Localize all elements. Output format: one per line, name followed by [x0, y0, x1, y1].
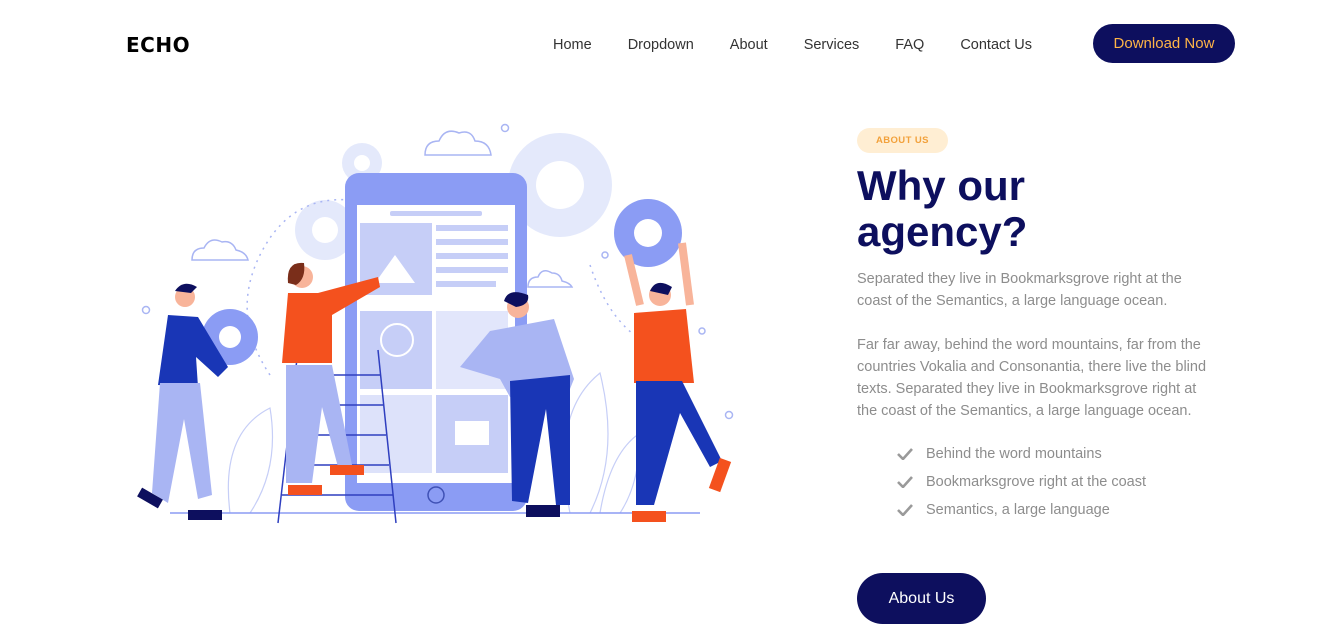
nav-dropdown[interactable]: Dropdown [628, 36, 694, 54]
nav-home[interactable]: Home [553, 36, 592, 54]
nav-contact-us[interactable]: Contact Us [960, 36, 1032, 54]
intro-paragraph: Separated they live in Bookmarksgrove ri… [857, 271, 1182, 309]
body-paragraph: Far far away, behind the word mountains,… [857, 337, 1207, 419]
main-nav: Home Dropdown About Services FAQ Contact… [553, 36, 1068, 54]
feature-checklist: Behind the word mountains Bookmarksgrove… [897, 440, 1207, 524]
navbar: ECHO Home Dropdown About Services FAQ Co… [0, 0, 1341, 90]
team-illustration [130, 115, 750, 535]
list-item-text: Semantics, a large language [926, 502, 1110, 518]
check-icon [897, 448, 913, 460]
list-item-text: Bookmarksgrove right at the coast [926, 474, 1147, 490]
nav-services[interactable]: Services [804, 36, 860, 54]
brand-logo[interactable]: ECHO [126, 33, 190, 57]
check-icon [897, 504, 913, 516]
list-item: Behind the word mountains [897, 440, 1207, 468]
nav-about[interactable]: About [730, 36, 768, 54]
list-item: Semantics, a large language [897, 496, 1207, 524]
about-section: ABOUT US Why our agency? Separated they … [857, 128, 1207, 524]
about-us-button[interactable]: About Us [857, 573, 986, 624]
about-us-badge: ABOUT US [857, 128, 948, 153]
section-title: Why our agency? [857, 162, 1028, 255]
download-now-button[interactable]: Download Now [1093, 24, 1235, 63]
check-icon [897, 476, 913, 488]
nav-faq[interactable]: FAQ [895, 36, 924, 54]
list-item: Bookmarksgrove right at the coast [897, 468, 1207, 496]
list-item-text: Behind the word mountains [926, 446, 1102, 462]
